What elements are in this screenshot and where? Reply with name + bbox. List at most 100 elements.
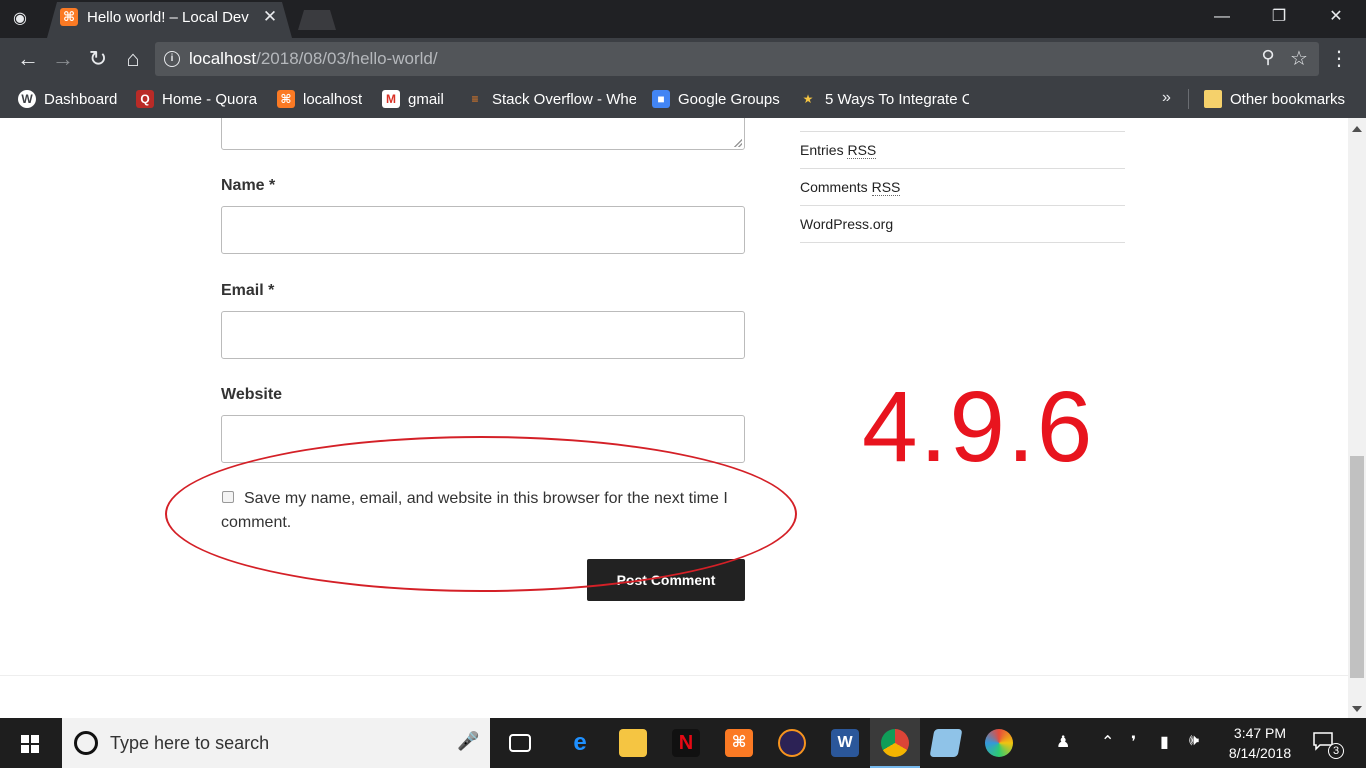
back-icon[interactable]: ← [15,46,41,72]
task-view-button[interactable] [495,718,545,768]
bookmark-label: Dashboard [44,90,118,108]
meta-link-abbr[interactable]: RSS [871,179,901,196]
xampp-icon: ⌘ [277,90,295,108]
taskbar-paint[interactable] [974,718,1024,768]
chrome-icon [881,729,909,757]
wordpress-icon: W [18,90,36,108]
edge-icon: e [573,729,587,756]
kebab-menu-icon[interactable]: ⋮ [1329,46,1349,72]
comment-textarea[interactable] [221,118,745,150]
start-button[interactable] [0,718,60,768]
eclipse-icon [778,729,806,757]
bookmark-label: Other bookmarks [1230,90,1346,108]
taskbar-xampp[interactable]: ⌘ [714,718,764,768]
notification-count-badge: 3 [1328,743,1344,759]
tab-title[interactable]: Hello world! – Local Dev [87,9,249,26]
cortana-icon[interactable] [74,731,98,755]
taskbar-word[interactable]: W [820,718,870,768]
info-icon[interactable]: i [164,51,180,67]
folder-icon [619,729,647,757]
close-window-icon[interactable]: ✕ [1321,6,1351,28]
wifi-icon[interactable]: ❜ [1131,732,1136,752]
windows-logo-icon [21,735,39,753]
address-bar[interactable]: i localhost/2018/08/03/hello-world/ ⚲ ☆ [155,42,1319,76]
meta-link-entries-rss[interactable]: Entries RSS [800,132,1125,169]
restore-icon[interactable]: ❐ [1264,6,1294,28]
bookmark-integrate[interactable]: ★ 5 Ways To Integrate C [799,89,969,109]
meta-link-wordpress-org[interactable]: WordPress.org [800,206,1125,243]
taskbar-eclipse[interactable] [767,718,817,768]
zoom-icon[interactable]: ⚲ [1257,47,1279,69]
bookmark-label: localhost [303,90,363,108]
url-host: localhost [189,49,257,68]
xampp-icon: ⌘ [725,729,753,757]
scroll-down-arrow-icon[interactable] [1352,706,1362,712]
tab-close-icon[interactable]: ✕ [260,7,280,27]
minimize-icon[interactable]: — [1207,6,1237,28]
bookmark-google-groups[interactable]: ■ Google Groups [652,89,780,109]
meta-link-text[interactable]: Entries [800,142,847,158]
google-groups-icon: ■ [652,90,670,108]
url-path: /2018/08/03/hello-world/ [256,49,438,68]
people-icon[interactable]: ♟ [1056,732,1070,752]
bookmarks-bar: W Dashboard Q Home - Quora ⌘ localhost M… [0,80,1366,118]
reload-icon[interactable]: ↻ [85,46,111,72]
name-input[interactable] [221,206,745,254]
netflix-icon: N [672,729,700,757]
microphone-icon[interactable]: 🎤 [457,731,479,755]
version-annotation: 4.9.6 [862,371,1095,483]
meta-link-text[interactable]: Comments [800,179,872,195]
browser-titlebar: ◉ ⌘ Hello world! – Local Dev ✕ — ❐ ✕ [0,0,1366,38]
url-text[interactable]: localhost/2018/08/03/hello-world/ [189,49,438,69]
bookmark-stackoverflow[interactable]: ≡ Stack Overflow - Whe [466,89,636,109]
meta-link-abbr[interactable]: RSS [847,142,877,159]
scroll-thumb[interactable] [1350,456,1364,678]
taskbar-notes[interactable] [921,718,971,768]
new-tab-button[interactable] [298,10,336,30]
name-label: Name * [221,177,276,194]
email-label: Email * [221,282,275,299]
notes-icon [929,729,963,757]
bookmark-quora[interactable]: Q Home - Quora [136,89,257,109]
meta-link-comments-rss[interactable]: Comments RSS [800,169,1125,206]
quora-icon: Q [136,90,154,108]
more-bookmarks-chevron-icon[interactable]: » [1162,89,1171,107]
meta-link-text[interactable]: WordPress.org [800,216,893,232]
taskbar-file-explorer[interactable] [608,718,658,768]
page-content: Name * Email * Website Save my name, ema… [0,118,1348,718]
xampp-favicon-icon: ⌘ [60,8,78,26]
taskbar-netflix[interactable]: N [661,718,711,768]
website-label: Website [221,386,283,403]
footer-divider [0,675,1348,676]
volume-icon[interactable]: 🕪 [1189,732,1199,750]
tray-expand-icon[interactable]: ⌃ [1101,732,1114,752]
page-scrollbar[interactable] [1348,118,1366,718]
bookmarks-divider [1188,89,1189,109]
email-input[interactable] [221,311,745,359]
bookmark-dashboard[interactable]: W Dashboard [18,89,117,109]
task-view-icon [509,734,531,752]
battery-icon[interactable]: ▮ [1160,732,1169,752]
taskbar-search-box[interactable]: Type here to search 🎤 [62,718,490,768]
bookmark-star-icon[interactable]: ☆ [1288,46,1310,70]
forward-icon[interactable]: → [50,46,76,72]
action-center-button[interactable]: 3 [1312,731,1344,759]
bookmark-label: 5 Ways To Integrate C [825,90,969,108]
bookmark-localhost[interactable]: ⌘ localhost [277,89,362,109]
integrate-icon: ★ [802,92,814,106]
annotation-ellipse [165,436,797,592]
taskbar-chrome[interactable] [870,718,920,768]
taskbar-edge[interactable]: e [555,718,605,768]
taskbar-search-placeholder[interactable]: Type here to search [110,733,269,754]
browser-toolbar: ← → ↻ ⌂ i localhost/2018/08/03/hello-wor… [0,38,1366,80]
resize-grip-icon[interactable] [734,139,742,147]
home-icon[interactable]: ⌂ [120,46,146,72]
bookmark-label: gmail [408,90,444,108]
stackoverflow-icon: ≡ [471,92,479,106]
bookmark-label: Stack Overflow - Whe [492,90,636,108]
folder-icon [1204,90,1222,108]
bookmark-gmail[interactable]: M gmail [382,89,444,109]
system-clock[interactable]: 3:47 PM 8/14/2018 [1220,723,1300,763]
scroll-up-arrow-icon[interactable] [1352,126,1362,132]
bookmark-other[interactable]: Other bookmarks [1204,89,1345,109]
